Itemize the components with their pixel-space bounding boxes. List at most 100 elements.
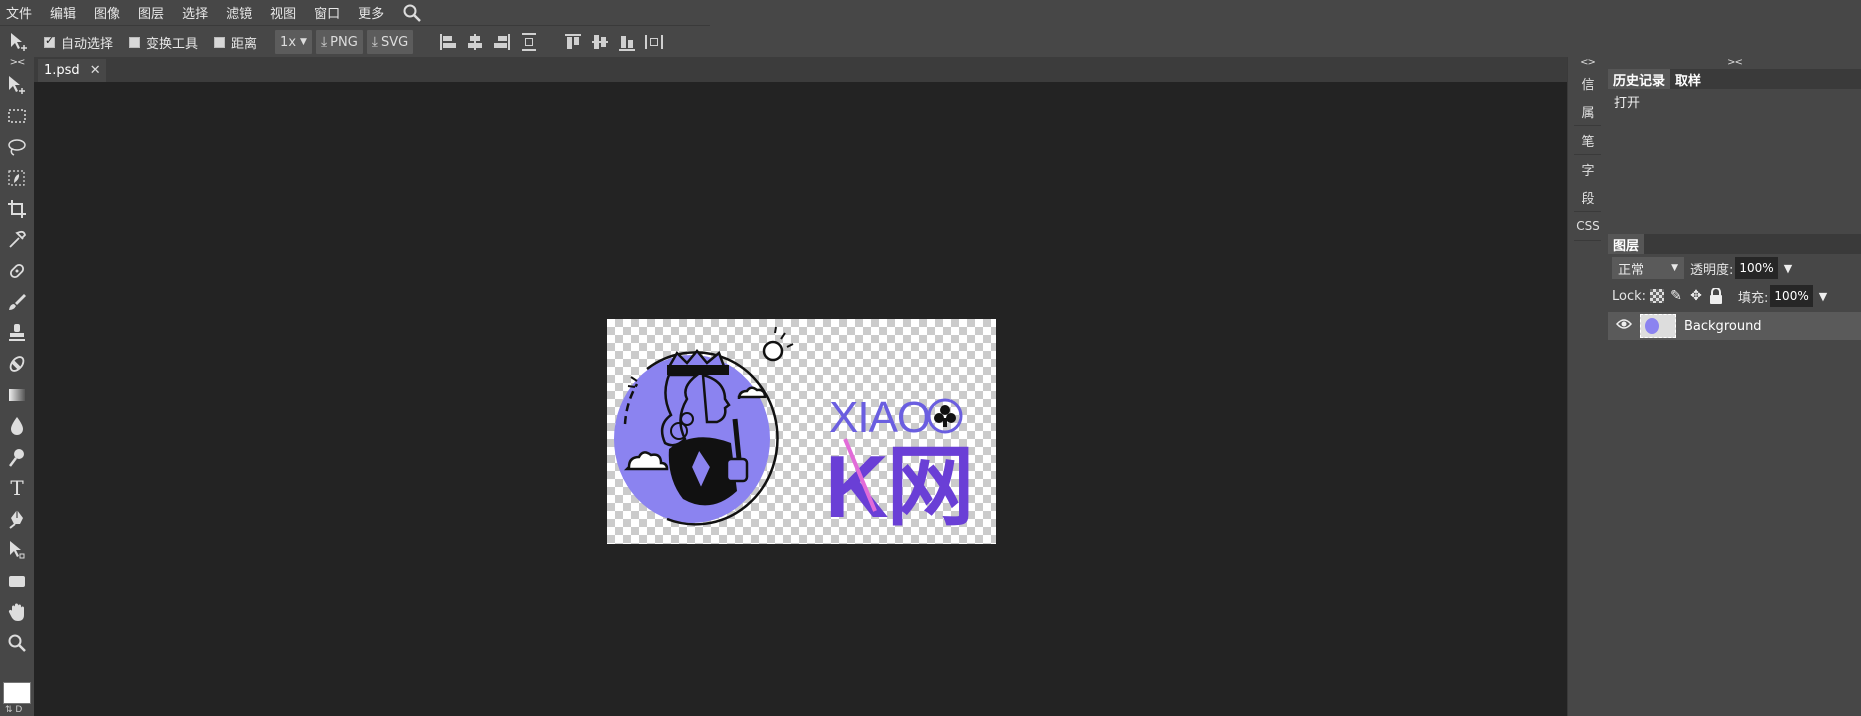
brush-tool-icon[interactable] (0, 286, 34, 317)
tab-layers[interactable]: 图层 (1608, 234, 1645, 254)
menu-file[interactable]: 文件 (6, 3, 32, 22)
align-left-icon[interactable] (437, 31, 459, 53)
gradient-tool-icon[interactable] (0, 379, 34, 410)
lock-all-icon[interactable] (1708, 288, 1724, 304)
hand-tool-icon[interactable] (0, 596, 34, 627)
swap-colors-icon[interactable]: ⇅ D (5, 705, 22, 715)
lock-row: Lock: ✎ ✥ 填充: 100% ▼ (1608, 282, 1861, 310)
menu-view[interactable]: 视图 (270, 3, 296, 22)
options-bar: 自动选择 变换工具 距离 1x▼ ⤓PNG ⤓SVG (0, 27, 1861, 57)
fill-dropdown-icon[interactable]: ▼ (1819, 290, 1827, 303)
eraser-tool-icon[interactable] (0, 348, 34, 379)
transform-checkbox[interactable] (129, 36, 141, 48)
distance-option[interactable]: 距离 (214, 33, 257, 52)
auto-select-checkbox[interactable] (44, 34, 55, 48)
move-tool-icon[interactable] (0, 69, 34, 100)
lock-transparency-icon[interactable] (1650, 289, 1665, 303)
tab-sampling[interactable]: 取样 (1670, 69, 1706, 89)
chevron-down-icon: ▼ (300, 37, 307, 47)
align-right-icon[interactable] (491, 31, 513, 53)
distribute-v-icon[interactable] (518, 31, 540, 53)
tab-history[interactable]: 历史记录 (1608, 69, 1671, 89)
panel-brush[interactable]: 笔 (1568, 126, 1608, 154)
move-tool-icon (8, 31, 30, 53)
blend-row: 正常 ▼ 透明度: 100% ▼ (1608, 254, 1861, 282)
lock-move-icon[interactable]: ✥ (1688, 288, 1704, 304)
panel-properties[interactable]: 属 (1568, 97, 1608, 125)
menu-image[interactable]: 图像 (94, 3, 120, 22)
zoom-tool-icon[interactable] (0, 627, 34, 658)
eyedropper-tool-icon[interactable] (0, 224, 34, 255)
collapse-toggle[interactable]: >< (1608, 57, 1861, 69)
distance-checkbox[interactable] (214, 36, 226, 48)
rectangle-tool-icon[interactable] (0, 565, 34, 596)
logo-small-circle (762, 340, 784, 362)
tab-document[interactable]: 1.psd ✕ (38, 59, 106, 82)
menu-select[interactable]: 选择 (182, 3, 208, 22)
lock-label: Lock: (1612, 288, 1647, 304)
history-item[interactable]: 打开 (1608, 89, 1861, 113)
foreground-color-swatch[interactable] (3, 682, 31, 704)
text-tool-icon[interactable]: T (0, 472, 34, 503)
zoom-dropdown[interactable]: 1x ▼ (275, 30, 312, 54)
align-bottom-icon[interactable] (616, 31, 638, 53)
panel-paragraph[interactable]: 段 (1568, 183, 1608, 211)
pen-tool-icon[interactable] (0, 503, 34, 534)
search-icon[interactable] (402, 3, 422, 23)
chevron-down-icon: ▼ (1671, 263, 1678, 273)
club-icon (927, 398, 963, 434)
blend-mode-value: 正常 (1618, 262, 1645, 278)
right-panel: >< 历史记录 取样 打开 图层 正常 ▼ 透明度: 100% ▼ Lock: ✎… (1608, 57, 1861, 716)
menu-more[interactable]: 更多 (358, 3, 384, 22)
panel-character[interactable]: 字 (1568, 155, 1608, 183)
logo-text-xiao: XIAO (829, 393, 930, 442)
dodge-tool-icon[interactable] (0, 441, 34, 472)
download-icon: ⤓ (371, 34, 378, 50)
align-middle-icon[interactable] (589, 31, 611, 53)
layers-tabs: 图层 (1608, 234, 1861, 254)
canvas-area[interactable]: XIAO K网 (34, 82, 1567, 716)
export-png-button[interactable]: ⤓ PNG (315, 30, 363, 54)
export-svg-button[interactable]: ⤓ SVG (366, 30, 414, 54)
collapse-toggle[interactable]: <> (1568, 57, 1607, 69)
align-top-icon[interactable] (562, 31, 584, 53)
collapse-toggle[interactable]: >< (0, 57, 34, 69)
transform-option[interactable]: 变换工具 (129, 33, 198, 52)
layer-item[interactable]: Background (1608, 312, 1861, 340)
stamp-tool-icon[interactable] (0, 317, 34, 348)
marquee-tool-icon[interactable] (0, 100, 34, 131)
lock-paint-icon[interactable]: ✎ (1668, 288, 1684, 304)
auto-select-option[interactable]: 自动选择 (44, 33, 113, 52)
quick-select-tool-icon[interactable] (0, 162, 34, 193)
opacity-input[interactable]: 100% (1735, 257, 1778, 279)
blur-tool-icon[interactable] (0, 410, 34, 441)
panel-css[interactable]: CSS (1568, 212, 1608, 240)
menu-bar: 文件 编辑 图像 图层 选择 滤镜 视图 窗口 更多 (0, 0, 710, 26)
layer-name: Background (1684, 318, 1762, 334)
close-icon[interactable]: ✕ (90, 63, 101, 78)
tool-panel: >< T ⇅ D (0, 57, 34, 716)
document-canvas[interactable]: XIAO K网 (607, 319, 996, 544)
panel-info[interactable]: 信 (1568, 69, 1608, 97)
menu-filter[interactable]: 滤镜 (226, 3, 252, 22)
lasso-tool-icon[interactable] (0, 131, 34, 162)
menu-layer[interactable]: 图层 (138, 3, 164, 22)
menu-window[interactable]: 窗口 (314, 3, 340, 22)
logo-text-k: K网 (825, 437, 973, 536)
eye-icon[interactable] (1616, 318, 1632, 334)
opacity-label: 透明度: (1690, 262, 1734, 278)
fill-input[interactable]: 100% (1770, 285, 1813, 307)
opacity-dropdown-icon[interactable]: ▼ (1784, 262, 1792, 275)
align-center-h-icon[interactable] (464, 31, 486, 53)
path-select-tool-icon[interactable] (0, 534, 34, 565)
document-tab-label: 1.psd (44, 63, 80, 78)
distribute-h-icon[interactable] (643, 31, 665, 53)
blend-mode-select[interactable]: 正常 ▼ (1612, 257, 1684, 279)
healing-tool-icon[interactable] (0, 255, 34, 286)
document-tabs: 1.psd ✕ (34, 57, 1567, 82)
divider (1574, 240, 1601, 241)
history-tabs: 历史记录 取样 (1608, 69, 1861, 89)
menu-edit[interactable]: 编辑 (50, 3, 76, 22)
export-svg-label: SVG (380, 34, 409, 50)
crop-tool-icon[interactable] (0, 193, 34, 224)
